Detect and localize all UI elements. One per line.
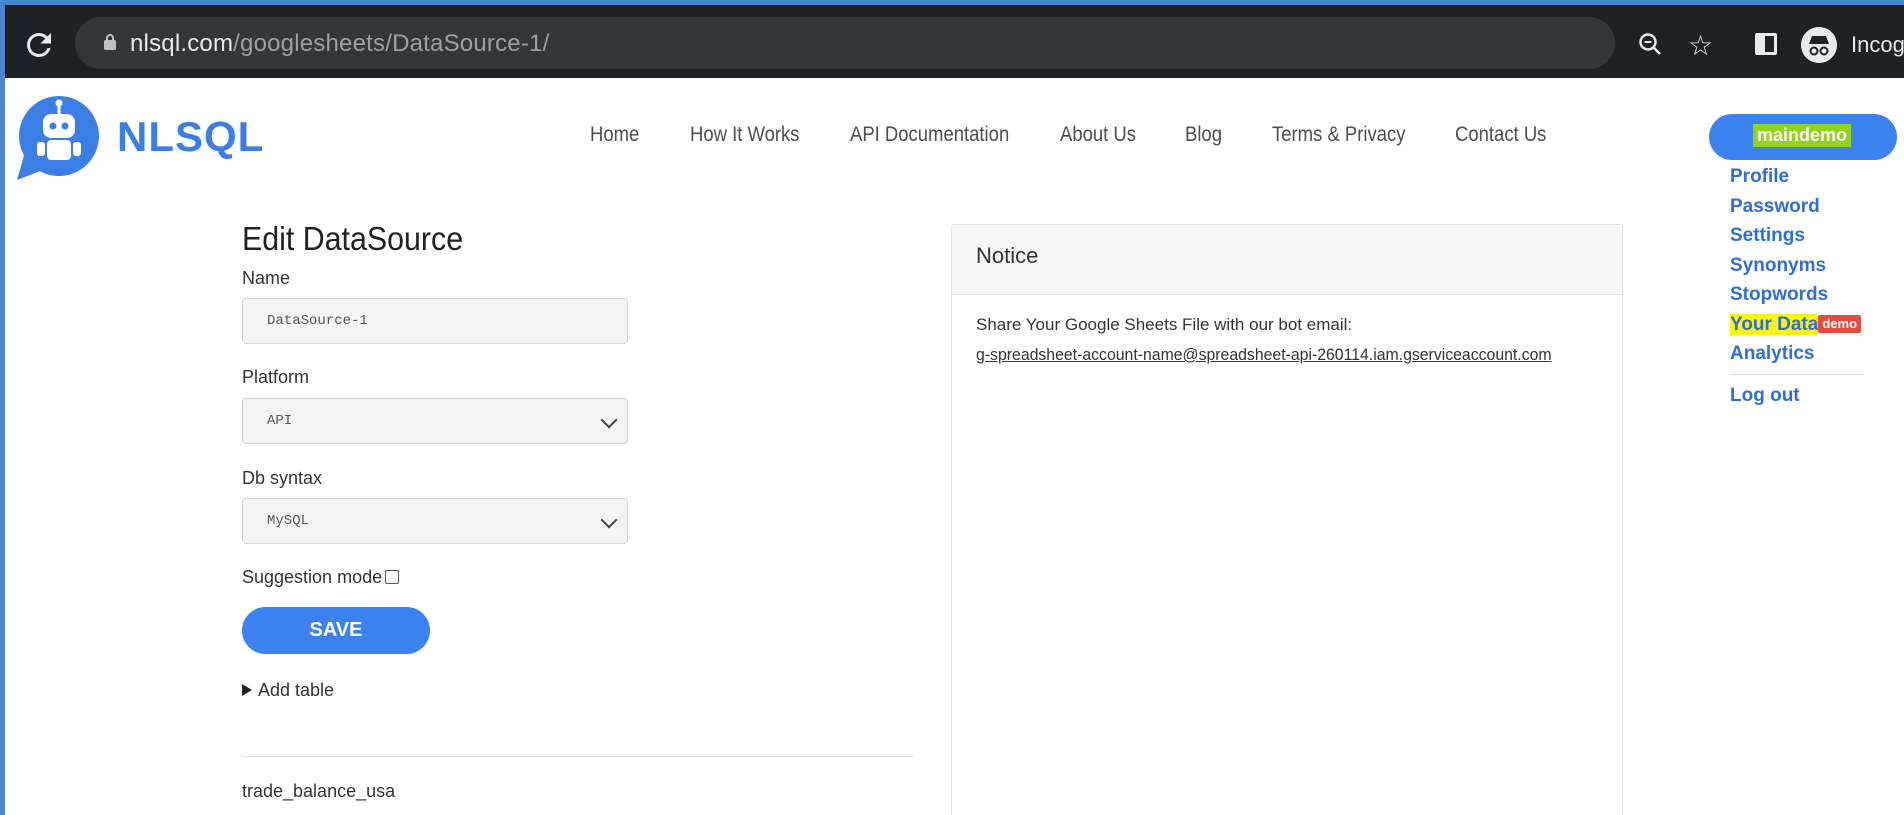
menu-profile[interactable]: Profile	[1730, 162, 1864, 192]
nav-terms-privacy[interactable]: Terms & Privacy	[1272, 123, 1405, 147]
notice-title: Notice	[952, 225, 1622, 295]
suggestion-mode-checkbox[interactable]	[385, 570, 400, 584]
menu-analytics[interactable]: Analytics	[1730, 339, 1864, 369]
nav-api-documentation[interactable]: API Documentation	[850, 123, 1009, 147]
platform-label: Platform	[242, 367, 310, 387]
robot-logo-icon[interactable]	[13, 92, 105, 184]
nav-how-it-works[interactable]: How It Works	[690, 123, 800, 147]
url-domain: nlsql.com	[130, 30, 234, 57]
menu-password[interactable]: Password	[1730, 192, 1864, 222]
page-title: Edit DataSource	[242, 220, 464, 257]
suggestion-mode-row: Suggestion mode	[242, 567, 914, 588]
platform-select[interactable]: API	[242, 398, 628, 444]
name-input[interactable]: DataSource-1	[242, 298, 628, 344]
chevron-down-icon	[600, 511, 618, 529]
zoom-icon[interactable]	[1637, 31, 1663, 57]
suggestion-mode-label: Suggestion mode	[242, 567, 383, 587]
url-text: nlsql.com/googlesheets/DataSource-1/	[130, 30, 549, 58]
reload-icon[interactable]	[21, 27, 57, 63]
site-logo-text[interactable]: NLSQL	[117, 113, 264, 161]
db-syntax-select-value: MySQL	[267, 513, 310, 529]
demo-badge: demo	[1818, 314, 1862, 333]
url-path: /googlesheets/DataSource-1/	[233, 30, 550, 57]
form-divider	[242, 756, 914, 757]
save-button[interactable]: SAVE	[242, 607, 430, 654]
add-table-toggle[interactable]: Add table	[242, 680, 914, 701]
name-label: Name	[242, 268, 291, 288]
menu-your-data[interactable]: Your Data demo	[1730, 310, 1864, 340]
menu-divider	[1730, 373, 1864, 375]
menu-log-out[interactable]: Log out	[1730, 381, 1864, 411]
side-panel-icon[interactable]	[1755, 33, 1777, 55]
nav-contact-us[interactable]: Contact Us	[1455, 123, 1546, 147]
bot-email-link[interactable]: g-spreadsheet-account-name@spreadsheet-a…	[976, 345, 1552, 365]
expand-triangle-icon	[242, 684, 252, 696]
table-list-item[interactable]: trade_balance_usa	[242, 781, 395, 802]
add-table-label: Add table	[258, 680, 335, 700]
incognito-icon[interactable]	[1801, 27, 1837, 63]
platform-select-value: API	[267, 413, 293, 429]
browser-window: nlsql.com/googlesheets/DataSource-1/ ☆ I…	[0, 0, 1904, 815]
nav-about-us[interactable]: About Us	[1060, 123, 1136, 147]
user-menu-button[interactable]: maindemo	[1709, 114, 1897, 160]
chevron-down-icon	[600, 411, 618, 429]
notice-text: Share Your Google Sheets File with our b…	[976, 315, 1353, 334]
notice-panel: Notice Share Your Google Sheets File wit…	[951, 224, 1623, 815]
address-bar[interactable]: nlsql.com/googlesheets/DataSource-1/	[75, 17, 1615, 69]
db-syntax-select[interactable]: MySQL	[242, 498, 628, 544]
nav-blog[interactable]: Blog	[1185, 123, 1222, 147]
edit-datasource-form: Edit DataSource Name DataSource-1 Platfo…	[242, 220, 914, 701]
bookmark-star-icon[interactable]: ☆	[1688, 29, 1713, 62]
your-data-label: Your Data	[1730, 313, 1819, 335]
lock-icon	[104, 34, 116, 50]
db-syntax-label: Db syntax	[242, 468, 323, 488]
menu-settings[interactable]: Settings	[1730, 221, 1864, 251]
username-label: maindemo	[1753, 124, 1852, 147]
user-dropdown-menu: Profile Password Settings Synonyms Stopw…	[1730, 162, 1864, 410]
notice-body: Share Your Google Sheets File with our b…	[952, 295, 1622, 385]
nav-home[interactable]: Home	[590, 123, 639, 147]
menu-stopwords[interactable]: Stopwords	[1730, 280, 1864, 310]
incognito-label[interactable]: Incognito	[1851, 32, 1904, 58]
browser-toolbar: nlsql.com/googlesheets/DataSource-1/ ☆ I…	[5, 5, 1904, 78]
menu-synonyms[interactable]: Synonyms	[1730, 251, 1864, 281]
